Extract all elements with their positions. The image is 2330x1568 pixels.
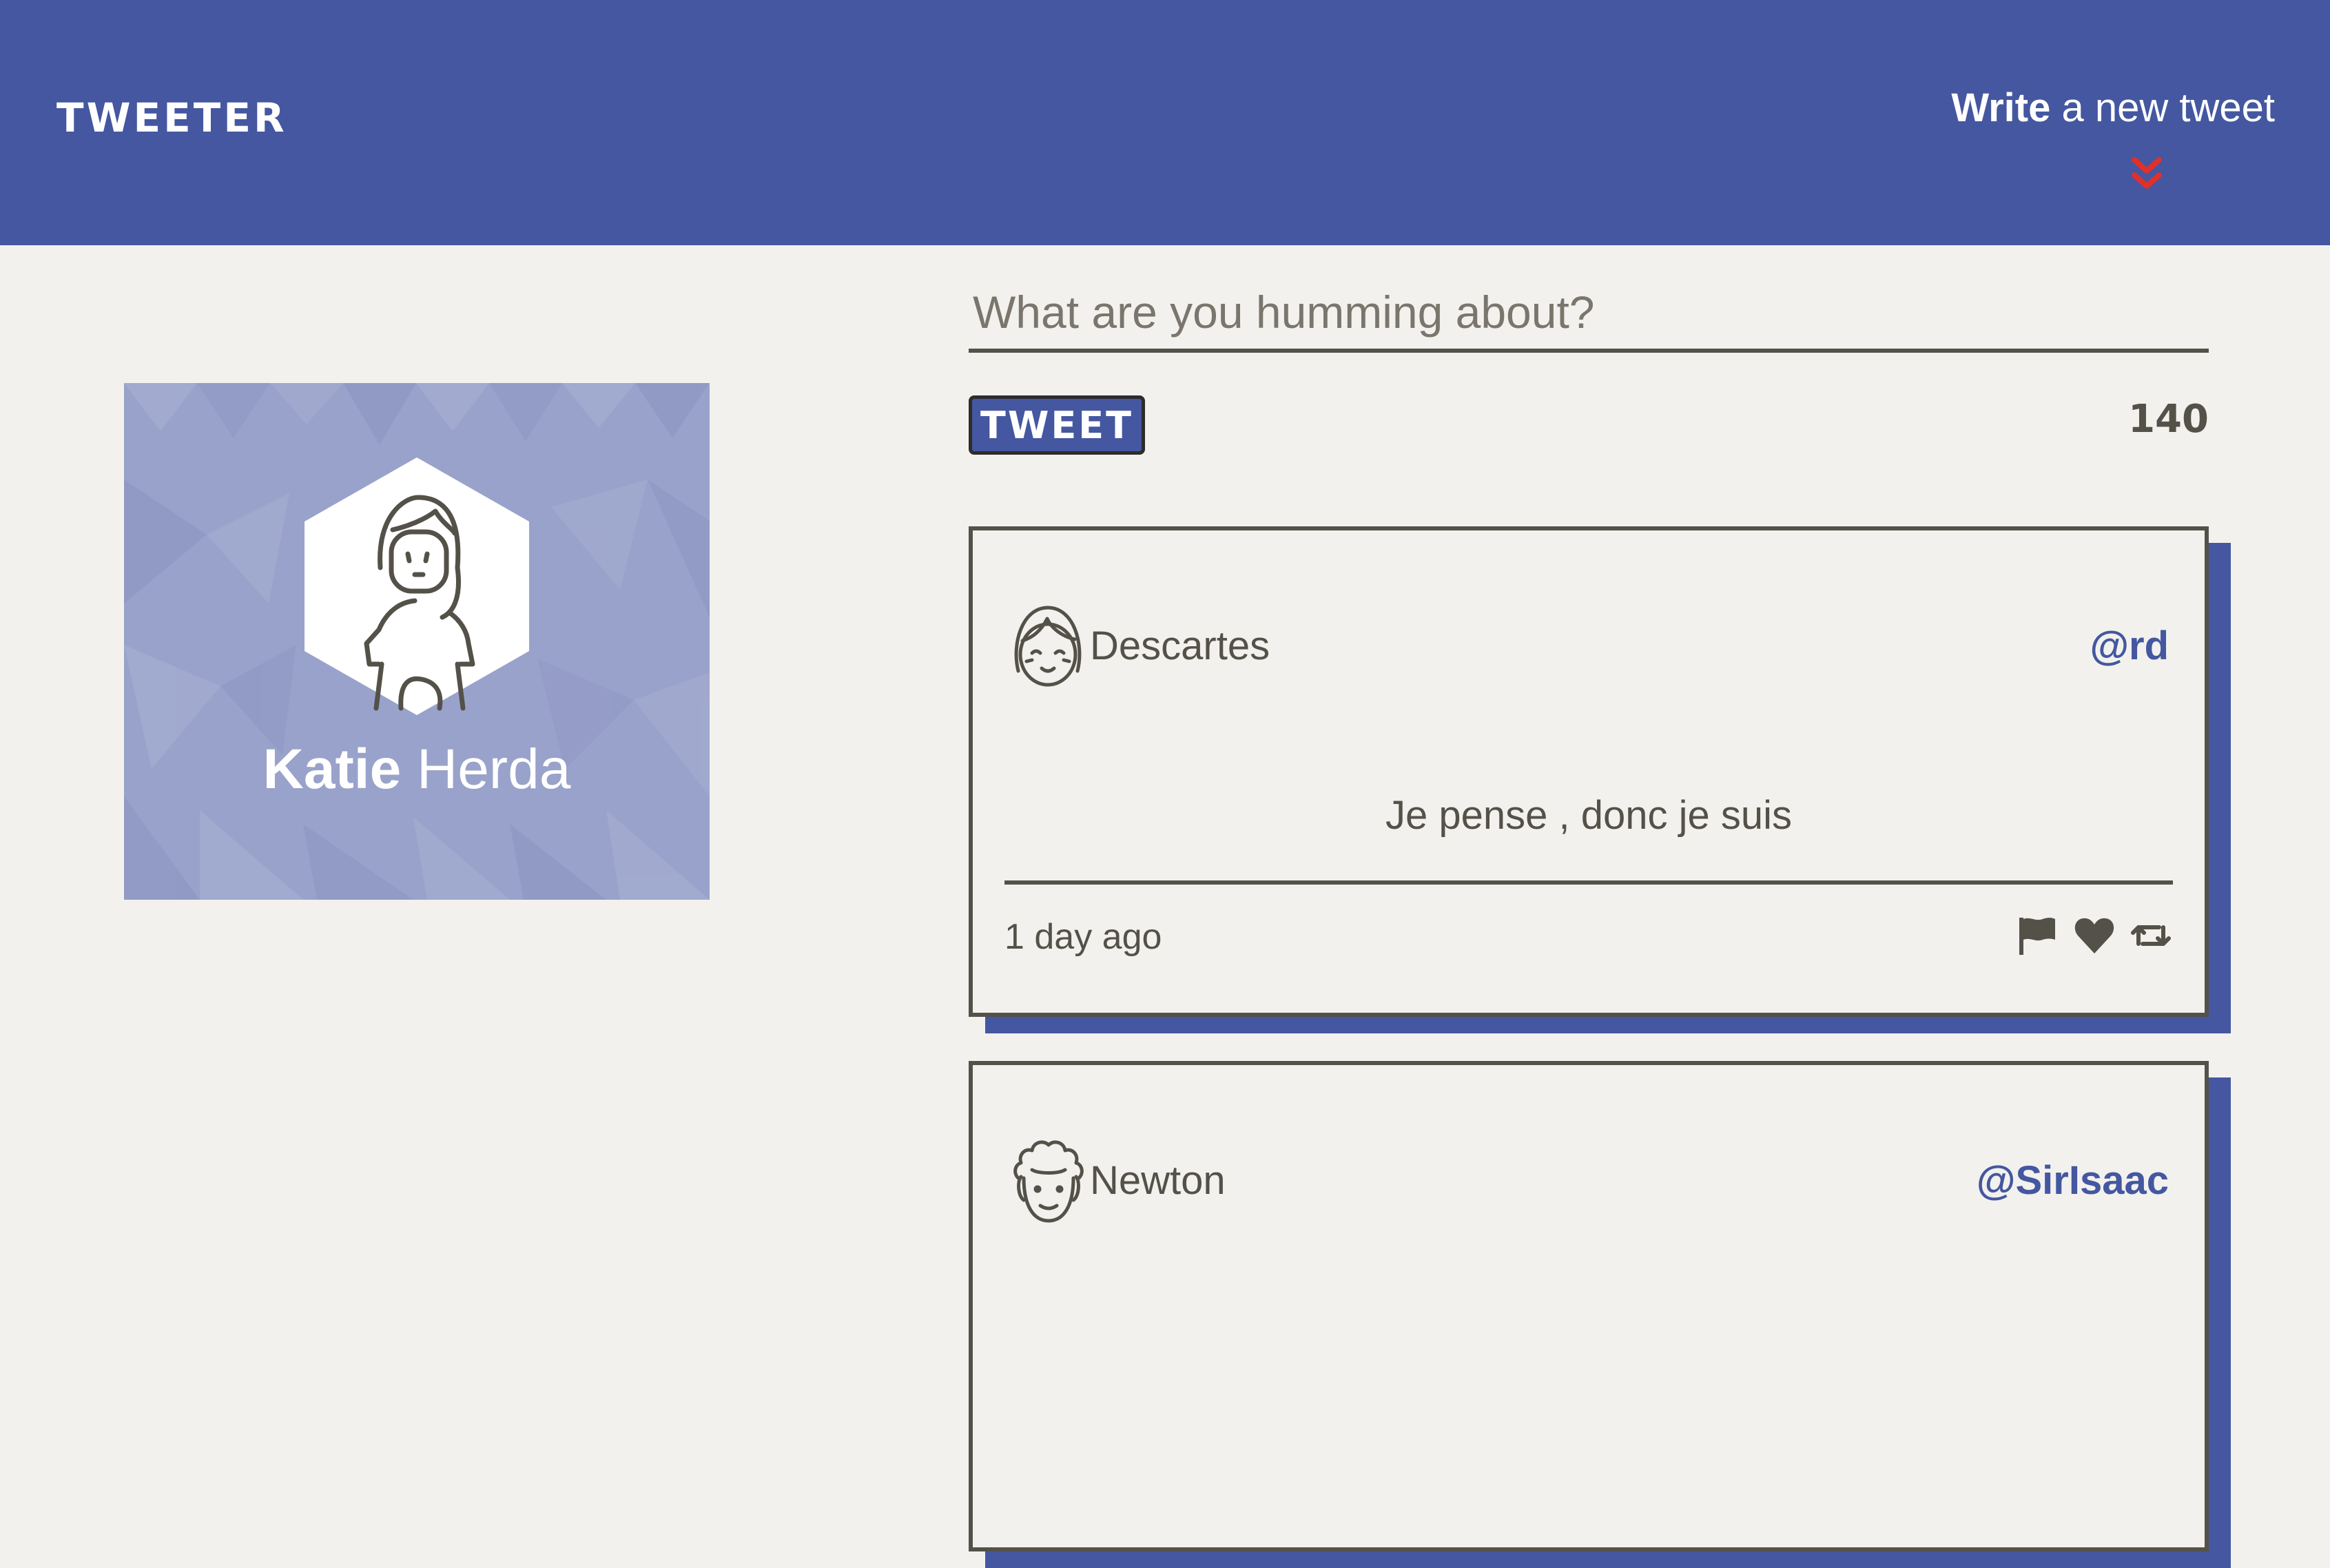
- retweet-icon[interactable]: [2129, 914, 2173, 958]
- profile-name: Katie Herda: [124, 741, 710, 798]
- tweet-author[interactable]: Newton: [1090, 1157, 1226, 1204]
- curly-hair-avatar-icon[interactable]: [1009, 1137, 1087, 1226]
- brand-logo[interactable]: TWEETER: [56, 98, 287, 138]
- compose-section: TWEET 140: [969, 276, 2209, 455]
- tweet-button[interactable]: TWEET: [969, 395, 1145, 455]
- flag-icon[interactable]: [2015, 914, 2059, 958]
- write-new-tweet-toggle[interactable]: Write a new tweet: [1951, 85, 2275, 189]
- tweet-card: Newton @SirIsaac: [969, 1061, 2209, 1551]
- tweet-author[interactable]: Descartes: [1090, 623, 1270, 669]
- tweet-header: Descartes @rd: [1009, 602, 2169, 692]
- tweet-actions: [2006, 914, 2173, 958]
- compose-toggle-bold: Write: [1951, 85, 2051, 130]
- tweet-card-wrapper: Newton @SirIsaac: [969, 1061, 2231, 1568]
- profile-last-name: Herda: [416, 738, 571, 801]
- tweet-timestamp: 1 day ago: [1004, 917, 1162, 957]
- profile-first-name: Katie: [262, 738, 402, 801]
- heart-icon[interactable]: [2072, 914, 2116, 958]
- tweet-handle[interactable]: @SirIsaac: [1977, 1157, 2169, 1204]
- char-counter: 140: [2128, 397, 2209, 442]
- tweet-text: Je pense , donc je suis: [1385, 793, 1793, 838]
- tweet-input[interactable]: [969, 276, 2209, 353]
- avatar-hexagon: [305, 457, 529, 715]
- girl-avatar-icon[interactable]: [1009, 602, 1087, 692]
- tweet-card: Descartes @rd Je pense , donc je suis 1 …: [969, 526, 2209, 1017]
- profile-card: Katie Herda: [124, 383, 710, 900]
- tweet-handle[interactable]: @rd: [2090, 623, 2169, 669]
- tweet-card-wrapper: Descartes @rd Je pense , donc je suis 1 …: [969, 526, 2231, 1050]
- tweet-header: Newton @SirIsaac: [1009, 1137, 2169, 1226]
- compose-toggle-text: a new tweet: [2050, 85, 2275, 130]
- tweet-divider: [1004, 880, 2173, 885]
- chevron-double-down-icon[interactable]: [2126, 153, 2167, 194]
- navbar: TWEETER Write a new tweet: [0, 0, 2330, 245]
